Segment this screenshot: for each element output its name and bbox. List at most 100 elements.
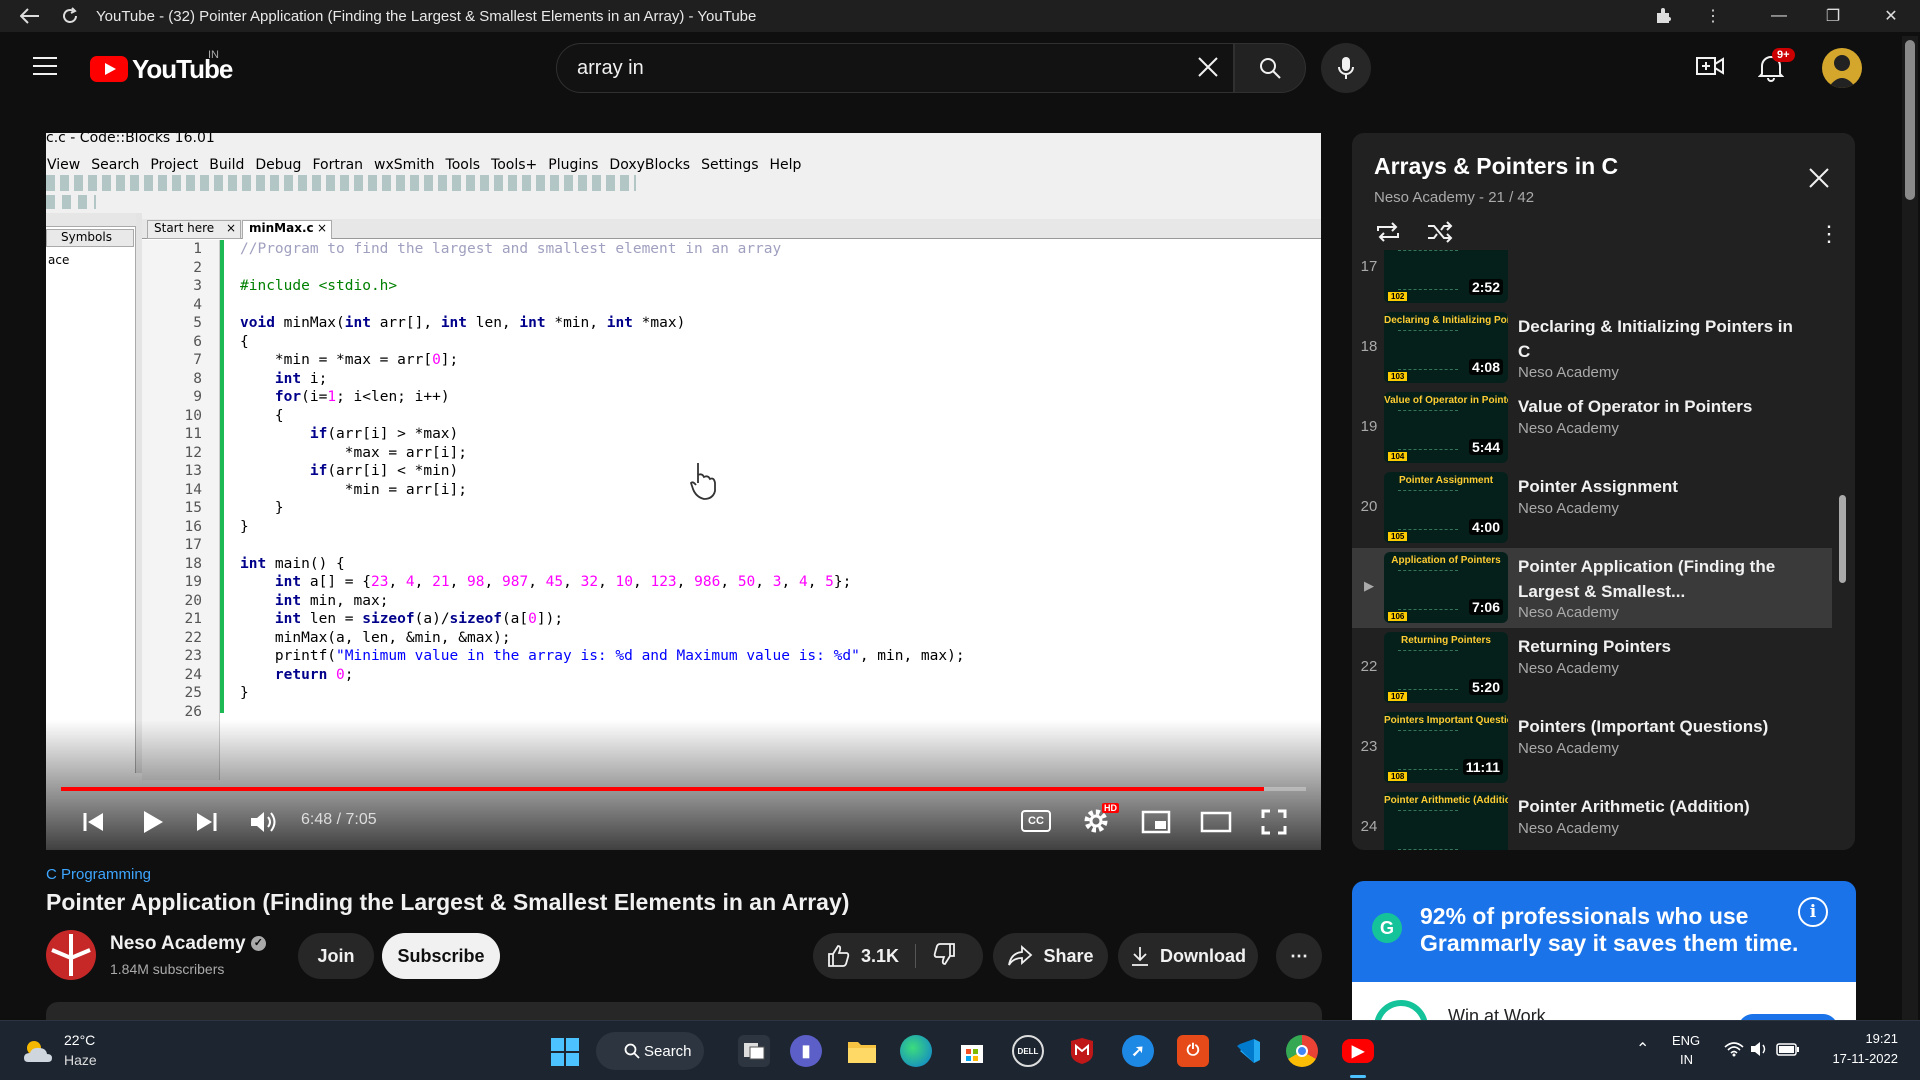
windows-start-icon[interactable] <box>550 1037 580 1072</box>
weather-desc[interactable]: Haze <box>64 1052 97 1068</box>
captions-button[interactable]: CC <box>1021 810 1051 832</box>
microsoft-store-icon[interactable] <box>956 1035 988 1067</box>
playlist-thumbnail[interactable]: Pointers Important Questions 108 11:11 <box>1384 712 1508 783</box>
playlist-thumbnail[interactable]: Value of Operator in Pointers 104 5:44 <box>1384 392 1508 463</box>
playlist-title[interactable]: Arrays & Pointers in C <box>1374 153 1618 180</box>
ide-menu-item[interactable]: Debug <box>255 157 301 173</box>
ide-menu-item[interactable]: Plugins <box>548 157 598 173</box>
channel-name[interactable]: Neso Academy ✓ <box>110 933 266 955</box>
channel-name-text[interactable]: Neso Academy <box>110 933 246 954</box>
shuffle-icon[interactable] <box>1426 221 1454 248</box>
close-playlist-icon[interactable] <box>1808 167 1830 194</box>
playlist-thumbnail[interactable]: Returning Pointers 107 5:20 <box>1384 632 1508 703</box>
symbols-tab[interactable]: Symbols <box>46 229 134 247</box>
dislike-button[interactable] <box>932 942 956 971</box>
search-input[interactable]: array in <box>556 43 1234 93</box>
search-query[interactable]: array in <box>577 57 644 80</box>
loop-icon[interactable] <box>1374 221 1402 248</box>
youtube-logo-icon[interactable] <box>90 56 128 82</box>
browser-menu-icon[interactable]: ⋮ <box>1684 0 1742 32</box>
language-top[interactable]: ENG <box>1672 1033 1700 1048</box>
playlist-item[interactable]: 24 Pointer Arithmetic (Addition) Pointer A… <box>1352 788 1832 850</box>
vscode-icon[interactable] <box>1232 1035 1264 1067</box>
tab-minmax-c[interactable]: minMax.c × <box>242 220 332 239</box>
ide-menu-item[interactable]: wxSmith <box>374 157 435 173</box>
restore-icon[interactable]: ❐ <box>1804 0 1862 32</box>
create-video-icon[interactable] <box>1696 54 1724 83</box>
youtube-app-icon[interactable]: ▶ <box>1342 1039 1374 1063</box>
ide-menu-item[interactable]: Tools+ <box>491 157 537 173</box>
playlist-thumbnail[interactable]: Pointer Assignment 105 4:00 <box>1384 472 1508 543</box>
playlist-item-title[interactable]: Pointer Arithmetic (Addition) <box>1518 794 1808 819</box>
playlist-thumbnail[interactable]: Application of Pointers 106 7:06 <box>1384 552 1508 623</box>
ad-info-icon[interactable]: i <box>1798 897 1828 927</box>
playlist-scrollbar-thumb[interactable] <box>1839 495 1846 583</box>
teams-chat-icon[interactable]: ▮ <box>790 1035 822 1067</box>
volume-icon[interactable] <box>249 809 277 840</box>
search-button[interactable] <box>1234 43 1306 93</box>
ide-menu-item[interactable]: Project <box>150 157 198 173</box>
playlist-thumbnail[interactable]: 102 2:52 <box>1384 250 1508 303</box>
share-button[interactable]: Share <box>993 933 1108 979</box>
video-player[interactable]: c.c - Code::Blocks 16.01 View Search Proje… <box>46 133 1321 850</box>
voice-search-button[interactable] <box>1321 43 1371 93</box>
ide-menu-item[interactable]: Build <box>209 157 244 173</box>
playlist-thumbnail[interactable]: Declaring & Initializing Pointers 103 4:08 <box>1384 312 1508 383</box>
wifi-icon[interactable] <box>1724 1041 1744 1062</box>
task-view-icon[interactable] <box>738 1035 770 1067</box>
battery-icon[interactable] <box>1776 1043 1800 1061</box>
close-tab-icon[interactable]: × <box>226 221 236 235</box>
speaker-icon[interactable] <box>1750 1041 1768 1062</box>
previous-button[interactable] <box>82 811 106 838</box>
playlist-item-title[interactable]: Pointer Assignment <box>1518 474 1808 499</box>
playlist-item[interactable]: 23Pointers Important Questions10811:11Po… <box>1352 708 1832 788</box>
subscribe-button[interactable]: Subscribe <box>382 933 500 979</box>
ide-menu-item[interactable]: View <box>47 157 80 173</box>
mcafee-icon[interactable] <box>1066 1035 1098 1067</box>
playlist-item[interactable]: 18 Declaring & Initializing Pointers 103 4:… <box>1352 308 1832 388</box>
safari-compass-icon[interactable]: ➚ <box>1122 1035 1154 1067</box>
weather-cloud-icon[interactable] <box>22 1038 54 1069</box>
playlist-item[interactable]: 17 102 2:52 Neso Academy <box>1352 250 1832 308</box>
avatar[interactable] <box>1822 48 1862 88</box>
minimize-icon[interactable]: — <box>1750 0 1808 32</box>
taskbar-search[interactable]: Search <box>596 1032 704 1070</box>
language-bottom[interactable]: IN <box>1680 1052 1693 1067</box>
clock-date[interactable]: 17-11-2022 <box>1818 1051 1898 1066</box>
clear-search-icon[interactable] <box>1197 56 1219 83</box>
playlist-item[interactable]: ▶ Application of Pointers 106 7:06 Pointer A… <box>1352 548 1832 628</box>
playlist-item-title[interactable]: Value of Operator in Pointers <box>1518 394 1808 419</box>
play-button[interactable] <box>141 809 165 840</box>
scrollbar-thumb[interactable] <box>1905 40 1915 200</box>
playlist-item[interactable]: 19Value of Operator in Pointers1045:44Va… <box>1352 388 1832 468</box>
download-button[interactable]: Download <box>1118 933 1258 979</box>
dell-icon[interactable]: DELL <box>1012 1035 1044 1067</box>
ad-banner[interactable]: G 92% of professionals who use Grammarly… <box>1352 881 1856 982</box>
weather-temp[interactable]: 22°C <box>64 1032 95 1048</box>
playlist-item[interactable]: 20 Pointer Assignment 105 4:00 Pointer Assig… <box>1352 468 1832 548</box>
tray-overflow-chevron-icon[interactable]: ⌃ <box>1636 1039 1649 1059</box>
channel-avatar[interactable] <box>46 930 96 980</box>
playlist-item-title[interactable]: Declaring & Initializing Pointers in C <box>1518 314 1808 364</box>
ide-menu-item[interactable]: DoxyBlocks <box>609 157 690 173</box>
playlist-more-icon[interactable]: ⋮ <box>1818 221 1840 247</box>
hamburger-menu-icon[interactable] <box>32 56 58 76</box>
progress-bar[interactable] <box>61 787 1306 791</box>
fullscreen-icon[interactable] <box>1261 809 1287 840</box>
ide-menu-item[interactable]: Settings <box>701 157 758 173</box>
ide-menu-item[interactable]: Search <box>91 157 139 173</box>
tab-start-here[interactable]: Start here × <box>147 220 241 239</box>
edge-browser-icon[interactable] <box>900 1035 932 1067</box>
clock-time[interactable]: 19:21 <box>1842 1031 1898 1046</box>
like-button[interactable]: 3.1K <box>813 944 899 968</box>
power-app-icon[interactable]: ⏻ <box>1177 1035 1209 1067</box>
playlist-thumbnail[interactable]: Pointer Arithmetic (Addition) <box>1384 792 1508 850</box>
file-explorer-icon[interactable] <box>846 1035 878 1067</box>
playlist-item-title[interactable]: Pointer Application (Finding the Largest… <box>1518 554 1808 604</box>
ide-menu-item[interactable]: Tools <box>446 157 481 173</box>
miniplayer-icon[interactable] <box>1141 810 1171 839</box>
video-category-link[interactable]: C Programming <box>46 866 151 883</box>
ide-menu-item[interactable]: Help <box>770 157 802 173</box>
back-arrow-icon[interactable] <box>10 0 50 32</box>
playlist-item-title[interactable]: Pointers (Important Questions) <box>1518 714 1808 739</box>
